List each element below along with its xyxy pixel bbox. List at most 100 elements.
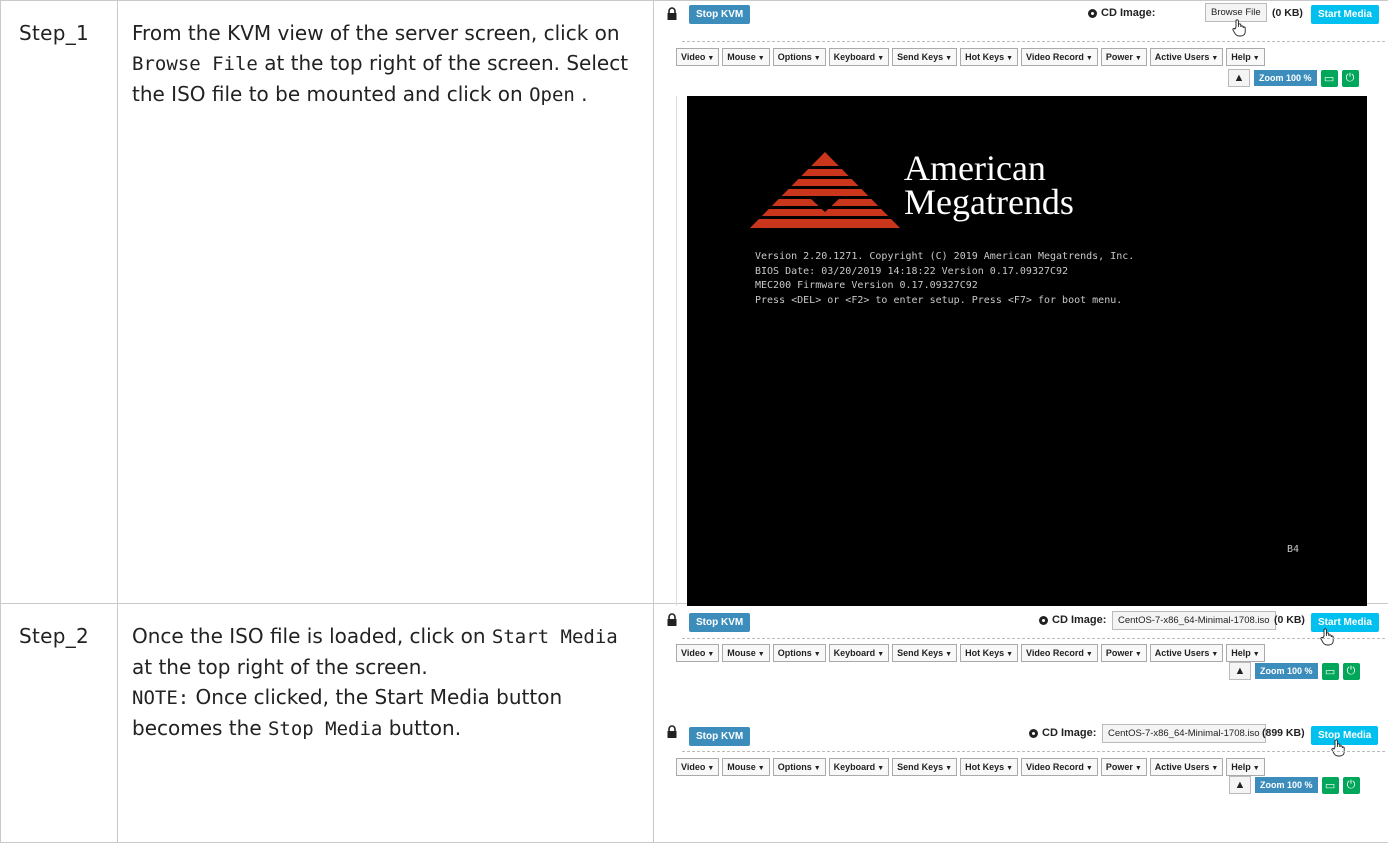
menu-keyboard[interactable]: Keyboard ▼ (828, 758, 890, 776)
divider (682, 41, 1385, 42)
bios-line: Version 2.20.1271. Copyright (C) 2019 Am… (755, 251, 1135, 262)
cd-disc-icon (1088, 8, 1097, 18)
menu-send-keys[interactable]: Send Keys ▼ (892, 48, 958, 66)
menu-video-record[interactable]: Video Record ▼ (1021, 644, 1098, 662)
menu-options[interactable]: Options ▼ (772, 644, 826, 662)
bios-line: Press <DEL> or <F2> to enter setup. Pres… (755, 294, 1123, 306)
warning-icon[interactable]: ▲ (1229, 662, 1251, 680)
step-row-1: Step_1 From the KVM view of the server s… (0, 0, 1388, 606)
desc-text: From the KVM view of the server screen, … (132, 21, 620, 45)
hand-pointer-icon (1320, 628, 1334, 646)
warning-icon[interactable]: ▲ (1229, 776, 1251, 794)
desc-text: at the top right of the screen. (132, 655, 428, 679)
menu-hot-keys[interactable]: Hot Keys ▼ (960, 48, 1019, 66)
step-label: Step_1 (19, 21, 90, 45)
divider (682, 751, 1385, 752)
desc-keyword-open: Open (529, 84, 575, 106)
warning-icon[interactable]: ▲ (1228, 69, 1250, 87)
step-label-cell: Step_2 (0, 603, 118, 843)
menu-active-users[interactable]: Active Users ▼ (1149, 644, 1224, 662)
cd-image-text: CD Image: (1052, 614, 1107, 626)
display-icon[interactable]: ▭ (1321, 662, 1339, 680)
stop-kvm-button[interactable]: Stop KVM (689, 727, 751, 746)
stop-kvm-button[interactable]: Stop KVM (689, 613, 751, 632)
cd-image-label: CD Image: (1029, 727, 1096, 739)
bios-line: BIOS Date: 03/20/2019 14:18:22 Version 0… (755, 265, 1069, 277)
hand-pointer-icon (1232, 19, 1246, 37)
menu-mouse[interactable]: Mouse ▼ (722, 644, 770, 662)
menu-video-record[interactable]: Video Record ▼ (1021, 758, 1098, 776)
desc-keyword-start-media: Start Media (491, 626, 618, 648)
file-size-text: (0 KB) (1274, 614, 1305, 626)
start-media-button[interactable]: Start Media (1311, 5, 1379, 24)
menu-video[interactable]: Video ▼ (676, 644, 720, 662)
kvm-screen: American Megatrends Version 2.20.1271. C… (687, 96, 1367, 606)
menu-video-record[interactable]: Video Record ▼ (1021, 48, 1098, 66)
menu-mouse[interactable]: Mouse ▼ (722, 758, 770, 776)
step-description: Once the ISO file is loaded, click on St… (118, 604, 653, 744)
cd-disc-icon (1029, 728, 1038, 738)
brand-line-1: American (904, 148, 1046, 188)
power-icon[interactable]: ⏻ (1342, 662, 1360, 680)
cd-image-text: CD Image: (1101, 7, 1156, 19)
zoom-button[interactable]: Zoom 100 % (1255, 663, 1318, 679)
kvm-menubar: Video ▼ Mouse ▼ Options ▼ Keyboard ▼ Send Ke… (676, 48, 1265, 66)
kvm-topbar: Stop KVM CD Image: Browse File (0 KB) St… (654, 1, 1388, 37)
menu-help[interactable]: Help ▼ (1226, 644, 1265, 662)
menu-send-keys[interactable]: Send Keys ▼ (892, 644, 958, 662)
display-icon[interactable]: ▭ (1320, 69, 1338, 87)
menu-options[interactable]: Options ▼ (772, 758, 826, 776)
post-code: B4 (1287, 544, 1300, 555)
menu-active-users[interactable]: Active Users ▼ (1149, 48, 1224, 66)
menu-options[interactable]: Options ▼ (772, 48, 826, 66)
menu-power[interactable]: Power ▼ (1100, 48, 1147, 66)
menu-hot-keys[interactable]: Hot Keys ▼ (960, 758, 1019, 776)
zoom-button[interactable]: Zoom 100 % (1254, 70, 1317, 86)
stop-kvm-button[interactable]: Stop KVM (689, 5, 751, 24)
desc-text: Once the ISO file is loaded, click on (132, 624, 492, 648)
step-description-cell: From the KVM view of the server screen, … (117, 0, 654, 604)
menu-hot-keys[interactable]: Hot Keys ▼ (960, 644, 1019, 662)
kvm-viewer: Stop KVM CD Image: Browse File (0 KB) St… (654, 1, 1388, 606)
step-label-cell: Step_1 (0, 0, 118, 604)
step-screenshot-cell: Stop KVM CD Image: Browse File (0 KB) St… (653, 0, 1388, 606)
menu-keyboard[interactable]: Keyboard ▼ (828, 644, 890, 662)
iso-file-field[interactable]: CentOS-7-x86_64-Minimal-1708.iso (1112, 611, 1276, 630)
menu-active-users[interactable]: Active Users ▼ (1149, 758, 1224, 776)
menu-send-keys[interactable]: Send Keys ▼ (892, 758, 958, 776)
kvm-menubar: Video ▼ Mouse ▼ Options ▼ Keyboard ▼ Send Ke… (676, 644, 1265, 662)
step-description-cell: Once the ISO file is loaded, click on St… (117, 603, 654, 843)
divider (682, 638, 1385, 639)
desc-note-label: NOTE: (132, 687, 190, 709)
desc-keyword-stop-media: Stop Media (267, 718, 383, 740)
menu-help[interactable]: Help ▼ (1226, 758, 1265, 776)
cd-disc-icon (1039, 615, 1048, 625)
ami-brand-name: American Megatrends (904, 148, 1074, 220)
iso-file-field[interactable]: CentOS-7-x86_64-Minimal-1708.iso (1102, 724, 1266, 743)
menu-power[interactable]: Power ▼ (1100, 758, 1147, 776)
steps-table: Step_1 From the KVM view of the server s… (0, 0, 1388, 843)
lock-icon (667, 613, 677, 626)
menu-mouse[interactable]: Mouse ▼ (722, 48, 770, 66)
menu-video[interactable]: Video ▼ (676, 48, 720, 66)
bios-text: Version 2.20.1271. Copyright (C) 2019 Am… (755, 250, 1134, 308)
ami-logo-icon (750, 152, 900, 228)
display-icon[interactable]: ▭ (1321, 776, 1339, 794)
menu-help[interactable]: Help ▼ (1226, 48, 1265, 66)
file-size-text: (0 KB) (1272, 7, 1303, 19)
desc-text: . (574, 82, 588, 106)
kvm-right-tools: ▲ Zoom 100 % ▭ ⏻ (1228, 69, 1359, 87)
power-icon[interactable]: ⏻ (1341, 69, 1359, 87)
step-description: From the KVM view of the server screen, … (118, 1, 653, 110)
kvm-right-tools: ▲ Zoom 100 % ▭ ⏻ (1229, 662, 1360, 680)
power-icon[interactable]: ⏻ (1342, 776, 1360, 794)
kvm-viewer: Stop KVM CD Image: CentOS-7-x86_64-Minim… (654, 604, 1388, 842)
cd-image-label: CD Image: (1088, 7, 1155, 19)
menu-video[interactable]: Video ▼ (676, 758, 720, 776)
zoom-button[interactable]: Zoom 100 % (1255, 777, 1318, 793)
cd-image-label: CD Image: (1039, 614, 1106, 626)
menu-power[interactable]: Power ▼ (1100, 644, 1147, 662)
step-label: Step_2 (19, 624, 90, 648)
lock-icon (667, 725, 677, 738)
menu-keyboard[interactable]: Keyboard ▼ (828, 48, 890, 66)
